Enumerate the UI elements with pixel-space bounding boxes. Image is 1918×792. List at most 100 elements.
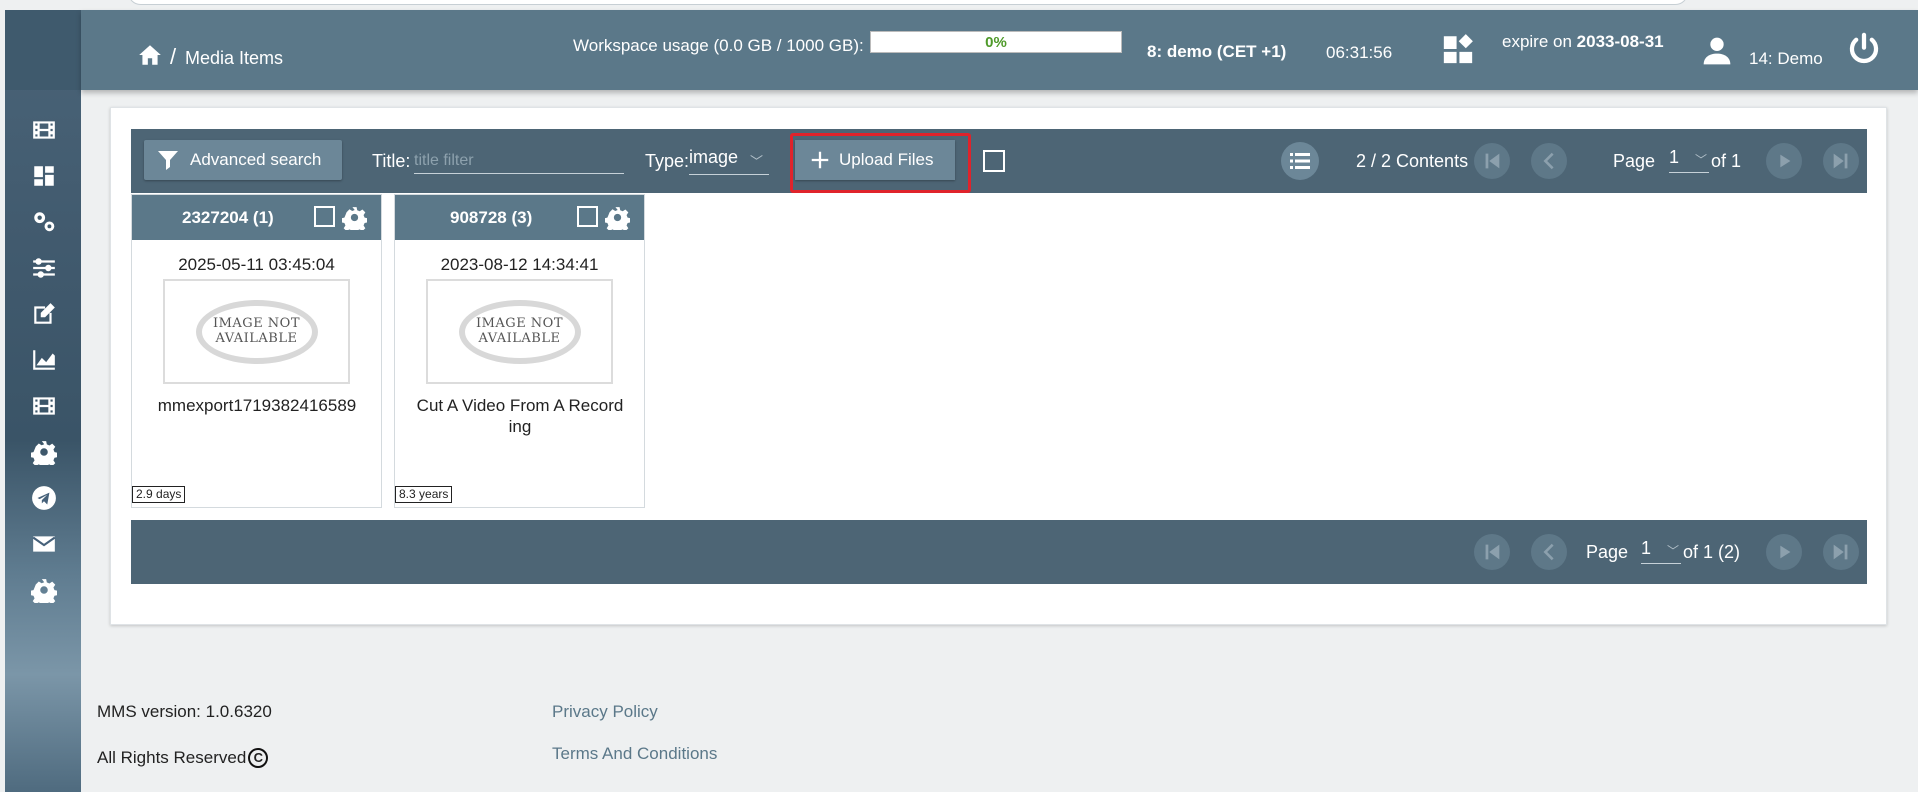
- gear-icon: [31, 441, 57, 465]
- upload-files-button[interactable]: Upload Files: [795, 140, 955, 180]
- chevron-left-icon: [1543, 152, 1554, 170]
- sidebar-item-statistics[interactable]: [29, 345, 59, 375]
- mail-icon: [32, 536, 56, 552]
- sliders-icon: [33, 258, 55, 278]
- page-select[interactable]: 1 ﹀: [1669, 147, 1709, 173]
- card-settings-button[interactable]: [341, 205, 368, 234]
- last-page-button[interactable]: [1823, 534, 1859, 570]
- edit-icon: [34, 303, 55, 324]
- sidebar-item-admin[interactable]: [29, 575, 59, 605]
- power-icon: [1849, 32, 1879, 64]
- card-header: 908728 (3): [395, 195, 644, 240]
- media-item-age: 8.3 years: [395, 486, 453, 503]
- top-header: / Media Items Workspace usage (0.0 GB / …: [81, 10, 1918, 90]
- previous-page-button[interactable]: [1531, 534, 1567, 570]
- page-label: Page: [1613, 151, 1656, 171]
- home-icon: [139, 45, 161, 65]
- contents-count: 2 / 2 Contents: [1356, 151, 1469, 171]
- select-all-checkbox[interactable]: [983, 150, 1005, 172]
- gear-icon: [341, 207, 368, 234]
- page-select-value: 1: [1669, 147, 1680, 167]
- advanced-search-button[interactable]: Advanced search: [144, 140, 342, 180]
- chevron-left-icon: [1543, 543, 1554, 561]
- sidebar-item-dashboard[interactable]: [29, 161, 59, 191]
- card-select-checkbox[interactable]: [577, 206, 598, 227]
- previous-page-button[interactable]: [1531, 143, 1567, 179]
- breadcrumb-current: Media Items: [185, 48, 284, 68]
- sidebar-item-telegram[interactable]: [29, 483, 59, 513]
- card-settings-button[interactable]: [604, 205, 631, 234]
- copyright-icon: C: [248, 748, 269, 768]
- url-strip: [128, 0, 1688, 5]
- user-name: 14: Demo: [1749, 49, 1823, 68]
- media-item-title: mmexport1719382416589: [157, 396, 357, 415]
- first-page-button[interactable]: [1474, 143, 1510, 179]
- sidebar: [5, 10, 81, 792]
- expire-info: expire on 2033-08-31: [1502, 32, 1664, 52]
- media-item-id: 908728 (3): [450, 208, 533, 227]
- mms-version: MMS version: 1.0.6320: [97, 702, 272, 721]
- chart-icon: [33, 350, 55, 370]
- film-icon: [33, 121, 55, 139]
- sidebar-item-configuration[interactable]: [29, 437, 59, 467]
- media-item-id: 2327204 (1): [182, 208, 274, 227]
- expire-date: 2033-08-31: [1576, 32, 1664, 51]
- card-header: 2327204 (1): [132, 195, 381, 240]
- avatar[interactable]: [1701, 34, 1733, 68]
- next-page-button[interactable]: [1766, 534, 1802, 570]
- chevron-down-icon: ﹀: [1666, 544, 1679, 558]
- clock: 06:31:56: [1326, 43, 1393, 62]
- card-select-checkbox[interactable]: [314, 206, 335, 227]
- media-item-thumbnail[interactable]: IMAGE NOT AVAILABLE: [163, 279, 350, 384]
- media-item-age: 2.9 days: [132, 486, 186, 503]
- film-icon: [33, 397, 55, 415]
- filter-icon: [158, 151, 178, 170]
- media-item-card[interactable]: 908728 (3) 2023-08-12 14:34:41 IMAGE NOT…: [394, 194, 645, 508]
- page-label: Page: [1586, 542, 1629, 562]
- type-filter-select[interactable]: image ﹀: [689, 147, 769, 175]
- logout-button[interactable]: [1847, 32, 1881, 66]
- workspace-usage-label: Workspace usage (0.0 GB / 1000 GB):: [573, 36, 864, 55]
- filter-toolbar: Advanced search Title: Type: image ﹀ Upl…: [131, 129, 1867, 193]
- page-total: of 1 (2): [1683, 542, 1741, 562]
- next-page-button[interactable]: [1766, 143, 1802, 179]
- image-not-available-placeholder: IMAGE NOT AVAILABLE: [458, 299, 581, 364]
- type-filter-value: image: [689, 147, 739, 167]
- chevron-down-icon: ﹀: [1694, 153, 1707, 167]
- media-item-thumbnail[interactable]: IMAGE NOT AVAILABLE: [426, 279, 613, 384]
- chevron-down-icon: ﹀: [749, 154, 763, 169]
- widgets-button[interactable]: [1441, 32, 1475, 66]
- privacy-policy-link[interactable]: Privacy Policy: [552, 702, 658, 722]
- sidebar-top: [5, 10, 81, 90]
- title-filter-input[interactable]: [414, 148, 624, 174]
- sidebar-item-email[interactable]: [29, 529, 59, 559]
- gear-icon: [604, 207, 631, 234]
- upload-files-label: Upload Files: [839, 150, 934, 169]
- media-items-panel: Advanced search Title: Type: image ﹀ Upl…: [110, 107, 1887, 625]
- home-link[interactable]: [137, 42, 163, 68]
- sidebar-item-workflows[interactable]: [29, 207, 59, 237]
- sidebar-item-edit[interactable]: [29, 299, 59, 329]
- first-page-icon: [1485, 153, 1500, 169]
- last-page-icon: [1833, 544, 1848, 560]
- terms-and-conditions-link[interactable]: Terms And Conditions: [552, 744, 717, 764]
- sidebar-item-settings[interactable]: [29, 253, 59, 283]
- list-icon: [1290, 153, 1310, 169]
- type-filter-label: Type:: [645, 151, 690, 171]
- bottom-pagination-bar: Page 1 ﹀ of 1 (2): [131, 520, 1867, 584]
- all-rights-reserved: All Rights Reserved C: [97, 748, 269, 768]
- image-not-available-placeholder: IMAGE NOT AVAILABLE: [195, 299, 318, 364]
- rights-text: All Rights Reserved: [97, 748, 247, 767]
- plus-icon: [811, 151, 829, 169]
- page-total: of 1: [1711, 151, 1742, 171]
- first-page-button[interactable]: [1474, 534, 1510, 570]
- list-view-button[interactable]: [1281, 142, 1319, 180]
- last-page-button[interactable]: [1823, 143, 1859, 179]
- sidebar-item-media-items[interactable]: [29, 391, 59, 421]
- media-item-card[interactable]: 2327204 (1) 2025-05-11 03:45:04 IMAGE NO…: [131, 194, 382, 508]
- sidebar-item-media[interactable]: [29, 115, 59, 145]
- user-icon: [1703, 37, 1731, 65]
- dashboard-icon: [34, 166, 54, 186]
- gears-icon: [34, 212, 55, 232]
- page-select[interactable]: 1 ﹀: [1641, 538, 1681, 564]
